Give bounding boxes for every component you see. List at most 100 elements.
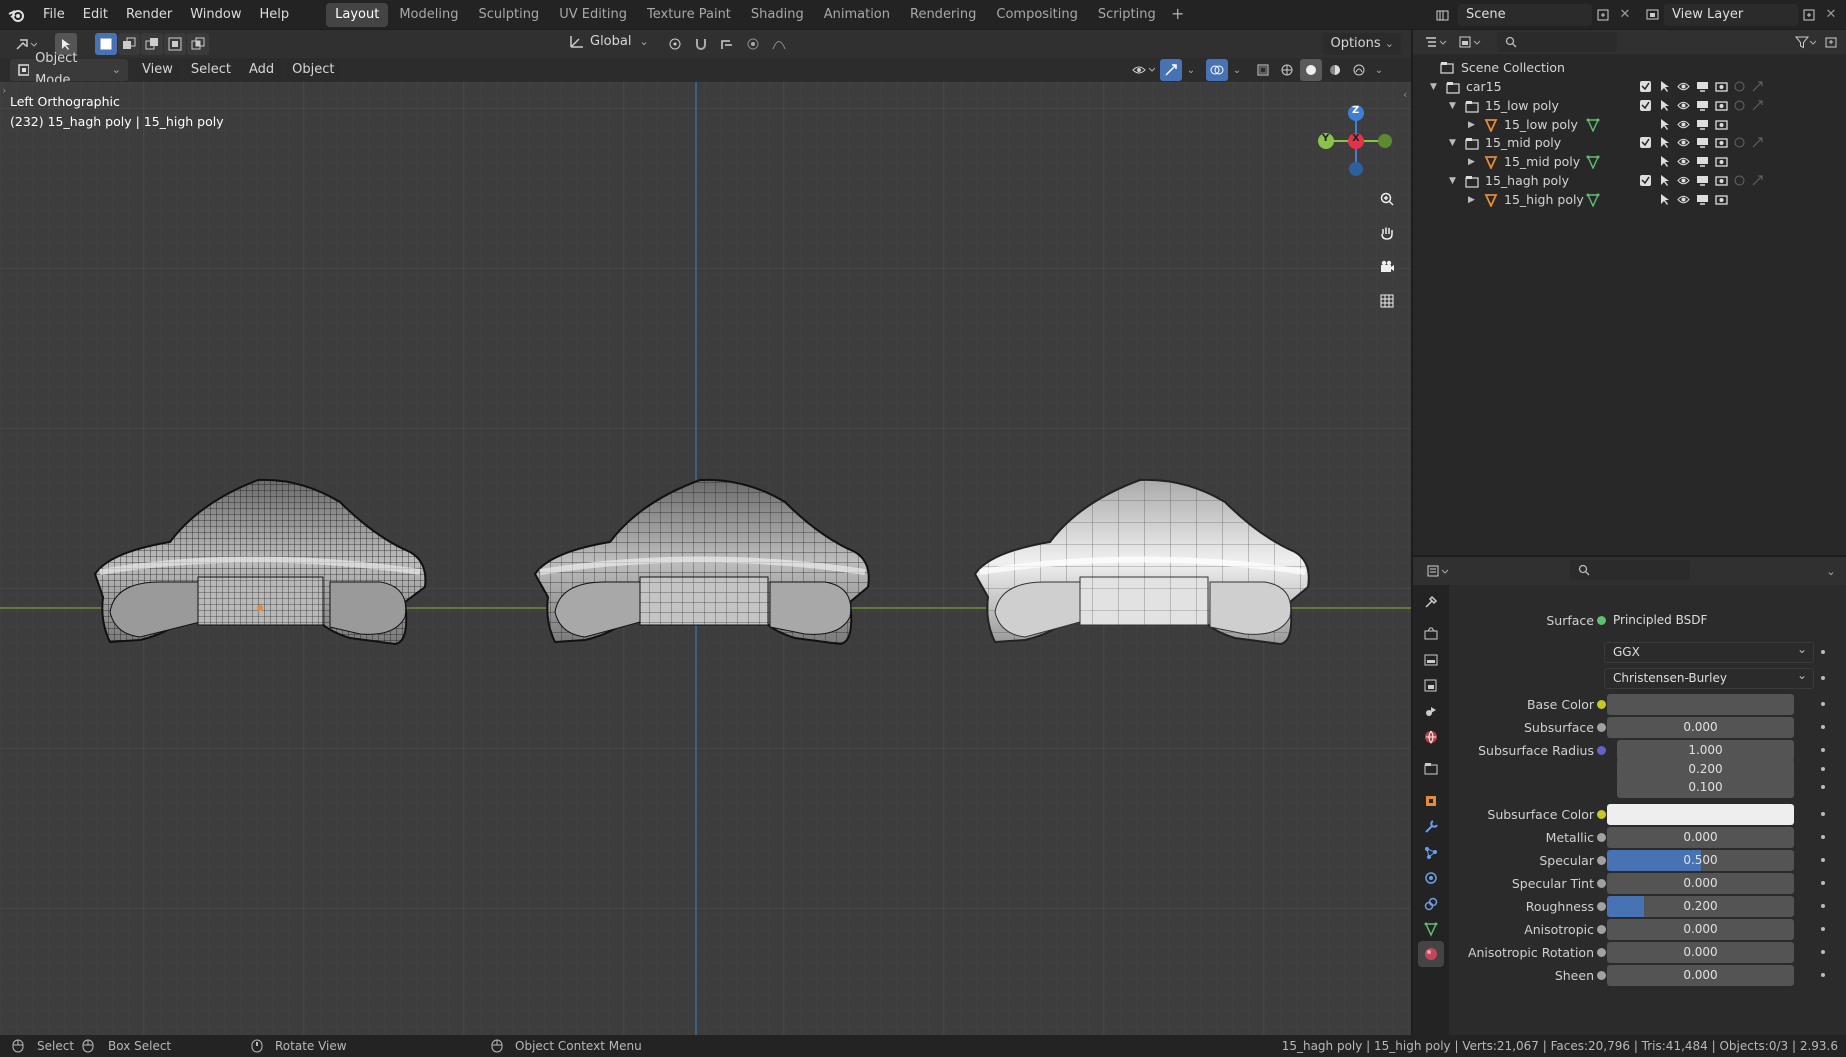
distribution-dropdown[interactable]: GGX [1604,640,1814,663]
eye-icon[interactable] [1677,99,1690,112]
anisotropic-rotation-field[interactable]: 0.000 [1607,942,1794,964]
camera-icon[interactable] [1715,80,1728,93]
holdout-icon[interactable] [1733,136,1746,149]
tab-compositing[interactable]: Compositing [987,3,1087,27]
select-arrow-icon[interactable] [1658,99,1671,112]
snap-magnet-icon[interactable] [690,33,712,55]
keyframe-dot-icon[interactable] [1821,904,1825,909]
overlays-toggle-icon[interactable] [1206,59,1228,81]
navigation-gizmo[interactable]: Z Y X [1305,97,1395,187]
specular-tint-field[interactable]: 0.000 [1607,873,1794,895]
keyframe-dot-icon[interactable] [1821,785,1825,790]
viewport-menu-object[interactable]: Object [285,59,342,81]
select-subtract-icon[interactable] [141,33,163,55]
subsurface-radius-component-field[interactable]: 0.100 [1617,777,1794,799]
camera-view-icon[interactable] [1374,254,1400,280]
material-preview-icon[interactable] [1324,59,1346,81]
keyframe-dot-icon[interactable] [1821,835,1825,840]
monitor-icon[interactable] [1696,118,1709,131]
socket-dot-icon[interactable] [1597,902,1606,912]
keyframe-dot-icon[interactable] [1821,766,1825,771]
gizmo-toggle-icon[interactable] [1160,59,1182,81]
tab-layout[interactable]: Layout [326,2,389,27]
keyframe-dot-icon[interactable] [1821,676,1825,680]
select-intersect-icon[interactable] [187,33,209,55]
visibility-icon[interactable] [1128,59,1158,81]
chevron-down-icon[interactable]: ⌄ [1184,59,1198,81]
roughness-field[interactable]: 0.200 [1607,896,1794,918]
menu-window[interactable]: Window [181,0,250,29]
socket-dot-icon[interactable] [1597,700,1606,709]
keyframe-dot-icon[interactable] [1821,881,1825,886]
solid-shading-icon[interactable] [1300,59,1322,81]
viewport-menu-view[interactable]: View [135,59,180,81]
select-arrow-icon[interactable] [1658,174,1671,187]
snap-target-icon[interactable] [716,33,738,55]
checkbox-icon[interactable] [1639,136,1652,149]
indirect-only-icon[interactable] [1751,80,1764,93]
subsurface-color-field[interactable] [1607,804,1794,826]
socket-dot-icon[interactable] [1597,723,1606,732]
holdout-icon[interactable] [1733,174,1746,187]
proportional-edit-icon[interactable] [742,33,764,55]
scene-selector-icon[interactable] [1432,4,1454,26]
view-layer-field[interactable]: View Layer [1664,3,1798,26]
monitor-icon[interactable] [1696,193,1709,206]
monitor-icon[interactable] [1696,136,1709,149]
add-workspace-button[interactable]: + [1167,4,1189,26]
falloff-curve-icon[interactable] [768,33,790,55]
metallic-field[interactable]: 0.000 [1607,827,1794,849]
menu-file[interactable]: File [34,0,74,29]
select-extend-icon[interactable] [118,33,140,55]
socket-dot-icon[interactable] [1597,925,1606,935]
delete-view-layer-icon[interactable]: ✕ [1820,4,1842,26]
tab-texture-paint[interactable]: Texture Paint [638,3,740,27]
keyframe-dot-icon[interactable] [1821,748,1825,752]
new-collection-icon[interactable] [1820,31,1842,53]
mesh-data-icon[interactable] [1586,193,1600,207]
keyframe-dot-icon[interactable] [1821,702,1825,706]
view-layer-selector-icon[interactable] [1642,4,1664,26]
keyframe-dot-icon[interactable] [1821,650,1825,654]
keyframe-dot-icon[interactable] [1821,858,1825,863]
blender-logo-icon[interactable] [0,0,34,29]
keyframe-dot-icon[interactable] [1821,725,1825,729]
eye-icon[interactable] [1677,80,1690,93]
xray-toggle-icon[interactable] [1252,59,1274,81]
chevron-down-icon[interactable]: ⌄ [1372,59,1386,81]
indirect-only-icon[interactable] [1751,99,1764,112]
perspective-toggle-icon[interactable] [1374,288,1400,314]
menu-render[interactable]: Render [117,0,181,29]
monitor-icon[interactable] [1696,80,1709,93]
eye-icon[interactable] [1677,174,1690,187]
eye-icon[interactable] [1677,136,1690,149]
monitor-icon[interactable] [1696,99,1709,112]
outliner-object-row[interactable]: ▶ 15_high poly [1413,189,1846,211]
checkbox-icon[interactable] [1639,174,1652,187]
mesh-data-icon[interactable] [1586,155,1600,170]
subsurface-field[interactable]: 0.000 [1607,717,1794,738]
holdout-icon[interactable] [1733,99,1746,112]
select-arrow-icon[interactable] [1658,136,1671,149]
indirect-only-icon[interactable] [1751,136,1764,149]
options-dropdown[interactable]: Options ⌄ [1323,33,1401,55]
specular-field[interactable]: 0.500 [1607,850,1794,872]
socket-dot-icon[interactable] [1597,833,1606,843]
display-mode-icon[interactable] [1453,31,1487,53]
camera-icon[interactable] [1715,136,1728,149]
eye-icon[interactable] [1677,155,1690,168]
camera-icon[interactable] [1715,174,1728,187]
wireframe-shading-icon[interactable] [1276,59,1298,81]
camera-icon[interactable] [1715,155,1728,168]
holdout-icon[interactable] [1733,80,1746,93]
3d-viewport[interactable]: Left Orthographic (232) 15_hagh poly | 1… [0,82,1411,1035]
rendered-shading-icon[interactable] [1348,59,1370,81]
zoom-icon[interactable] [1374,186,1400,212]
socket-dot-icon[interactable] [1597,856,1606,866]
toolbar-toggle-icon[interactable]: › [2,84,6,97]
keyframe-dot-icon[interactable] [1821,973,1825,978]
anisotropic-field[interactable]: 0.000 [1607,919,1794,941]
select-invert-icon[interactable] [164,33,186,55]
menu-help[interactable]: Help [251,0,299,29]
tab-rendering[interactable]: Rendering [901,3,985,27]
